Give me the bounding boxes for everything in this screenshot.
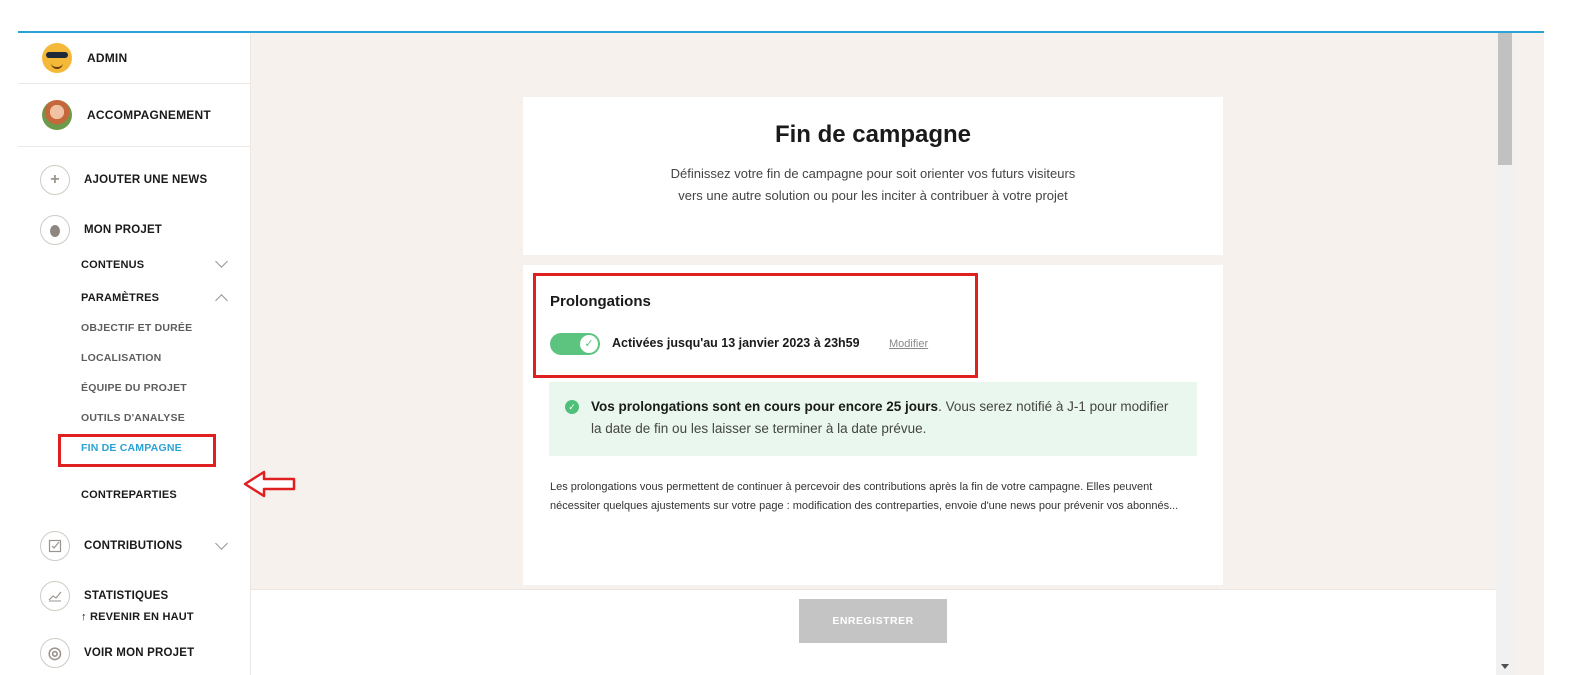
page-subtitle: Définissez votre fin de campagne pour so… [670,166,1076,203]
extensions-description: Les prolongations vous permettent de con… [550,481,1179,512]
sidebar-item-contreparties[interactable]: CONTREPARTIES [81,489,177,501]
sidebar-item-label: STATISTIQUES [84,590,169,602]
support-row[interactable]: ACCOMPAGNEMENT [18,84,250,147]
sidebar-item-label: MON PROJET [84,224,163,236]
sunglasses-emoji-icon [42,43,72,73]
support-label: ACCOMPAGNEMENT [87,108,211,122]
scrollbar-thumb[interactable] [1498,33,1512,165]
annotation-arrow-icon [243,470,296,498]
sidebar-item-label: AJOUTER UNE NEWS [84,174,208,186]
app-window: ADMIN ACCOMPAGNEMENT + AJOUTER UNE NEWS … [18,31,1544,675]
admin-label: ADMIN [87,51,128,65]
check-circle-icon: ✓ [565,400,579,414]
sidebar-item-label: CONTRIBUTIONS [84,540,183,552]
checkbox-icon [40,531,70,561]
eye-icon: ◎ [40,638,70,668]
header-card: Fin de campagne Définissez votre fin de … [523,97,1223,255]
sidebar: ADMIN ACCOMPAGNEMENT + AJOUTER UNE NEWS … [18,33,251,675]
sidebar-item-contenus[interactable]: CONTENUS [81,259,144,271]
sidebar-item-view-project[interactable]: ◎ VOIR MON PROJET [40,638,194,668]
avatar [42,100,72,130]
sidebar-item-parametres[interactable]: PARAMÈTRES [81,292,159,304]
sidebar-item-add-news[interactable]: + AJOUTER UNE NEWS [40,165,207,195]
footer-bar: ENREGISTRER [251,589,1496,675]
sidebar-item-label: VOIR MON PROJET [84,647,195,659]
info-bold-text: Vos prolongations sont en cours pour enc… [591,399,939,414]
admin-row[interactable]: ADMIN [18,33,250,84]
sidebar-item-contributions[interactable]: CONTRIBUTIONS [40,531,182,561]
scroll-down-arrow-icon[interactable] [1501,664,1509,669]
info-banner: ✓ Vos prolongations sont en cours pour e… [549,382,1197,456]
highlight-box-extensions [533,273,978,378]
highlight-box-sidebar [58,434,216,467]
sidebar-subitem-equipe[interactable]: ÉQUIPE DU PROJET [81,382,187,394]
chevron-down-icon[interactable] [215,537,228,550]
chevron-down-icon[interactable] [215,255,228,268]
egg-icon [40,215,70,245]
back-to-top-link[interactable]: ↑ REVENIR EN HAUT [81,611,194,623]
sidebar-item-statistiques[interactable]: STATISTIQUES [40,581,168,611]
sidebar-item-project[interactable]: MON PROJET [40,215,162,245]
extensions-card: Prolongations ✓ Activées jusqu'au 13 jan… [523,265,1223,585]
sidebar-subitem-localisation[interactable]: LOCALISATION [81,352,161,364]
scrollbar[interactable] [1496,33,1514,675]
plus-icon: + [40,165,70,195]
chart-line-icon [40,581,70,611]
save-button[interactable]: ENREGISTRER [799,599,947,643]
sidebar-subitem-objectif[interactable]: OBJECTIF ET DURÉE [81,322,192,334]
chevron-up-icon[interactable] [215,294,228,307]
sidebar-subitem-outils[interactable]: OUTILS D'ANALYSE [81,412,185,424]
page-title: Fin de campagne [774,121,972,148]
